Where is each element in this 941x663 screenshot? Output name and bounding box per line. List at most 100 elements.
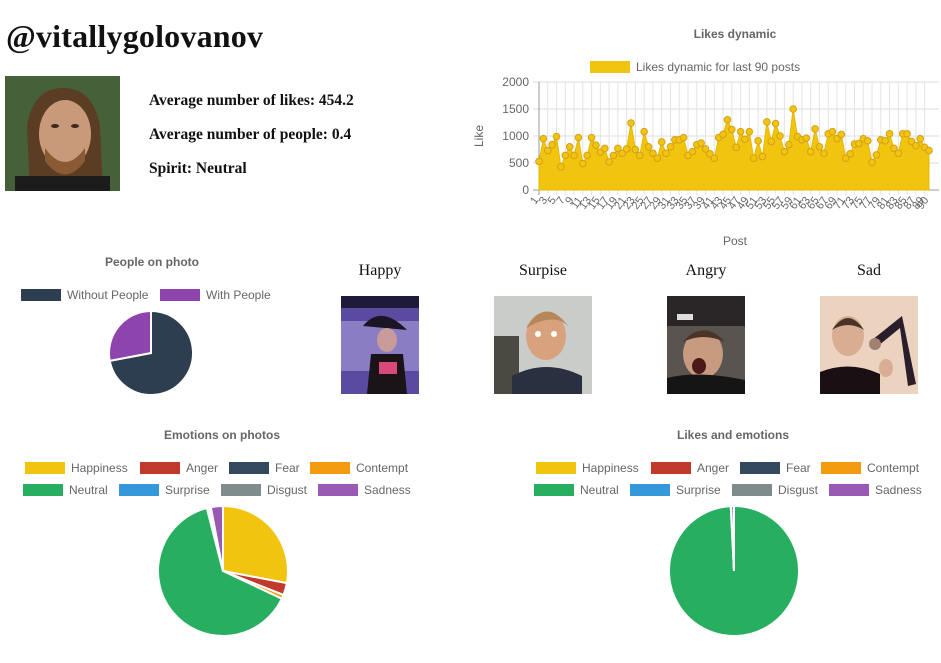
legend-item-contempt[interactable]: Contempt	[821, 461, 919, 475]
legend-item-without-people[interactable]: Without People	[21, 288, 148, 302]
legend-item-disgust[interactable]: Disgust	[732, 483, 818, 497]
likes-data-point[interactable]	[771, 119, 780, 128]
legend-item-contempt[interactable]: Contempt	[310, 461, 408, 475]
sad-photo[interactable]	[820, 296, 918, 394]
likes-data-point[interactable]	[863, 137, 872, 145]
likes-data-point[interactable]	[605, 158, 613, 166]
likes-data-point[interactable]	[587, 133, 596, 142]
legend-swatch	[310, 462, 350, 474]
pie-slice-with-people[interactable]	[108, 310, 152, 363]
likes-data-point[interactable]	[592, 141, 600, 149]
likes-data-point[interactable]	[579, 159, 587, 168]
likes-data-point[interactable]	[912, 141, 920, 150]
legend-item-anger[interactable]: Anger	[140, 461, 218, 475]
legend-item-surprise[interactable]: Surprise	[119, 483, 210, 497]
surprise-photo[interactable]	[494, 296, 592, 394]
likes-data-point[interactable]	[644, 143, 653, 151]
likes-data-point[interactable]	[679, 133, 688, 142]
likes-data-point[interactable]	[561, 151, 570, 160]
likes-data-point[interactable]	[609, 151, 618, 160]
likes-data-point[interactable]	[802, 134, 811, 142]
legend-item-with-people[interactable]: With People	[160, 288, 271, 302]
pie-slice-happiness[interactable]	[222, 505, 289, 585]
likes-data-point[interactable]	[710, 154, 719, 162]
y-tick-label: 500	[509, 156, 529, 170]
legend-item-disgust[interactable]: Disgust	[221, 483, 307, 497]
likes-data-point[interactable]	[657, 138, 666, 146]
likes-data-point[interactable]	[736, 127, 745, 136]
likes-data-point[interactable]	[719, 130, 727, 139]
likes-data-point[interactable]	[631, 145, 640, 154]
likes-data-point[interactable]	[635, 151, 644, 160]
likes-data-point[interactable]	[754, 137, 762, 145]
likes-data-point[interactable]	[828, 127, 837, 136]
profile-photo	[5, 76, 120, 191]
likes-data-point[interactable]	[543, 146, 552, 155]
legend-label: Surprise	[165, 483, 210, 497]
legend-label: Contempt	[356, 461, 409, 475]
likes-data-point[interactable]	[583, 151, 592, 160]
legend-item-surprise[interactable]: Surprise	[630, 483, 721, 497]
likes-data-point[interactable]	[539, 134, 548, 143]
likes-data-point[interactable]	[666, 143, 675, 151]
likes-data-point[interactable]	[872, 151, 881, 159]
likes-data-point[interactable]	[925, 146, 933, 155]
likes-data-point[interactable]	[789, 105, 797, 113]
likes-data-point[interactable]	[868, 158, 876, 167]
likes-data-point[interactable]	[903, 130, 911, 138]
surprise-photo-icon	[494, 296, 592, 394]
likes-data-point[interactable]	[846, 150, 854, 158]
y-tick-label: 1000	[502, 129, 529, 143]
likes-data-point[interactable]	[776, 132, 784, 140]
likes-data-point[interactable]	[662, 149, 670, 158]
happy-photo[interactable]	[341, 296, 419, 394]
likes-data-point[interactable]	[916, 134, 925, 143]
likes-data-point[interactable]	[728, 125, 736, 134]
likes-data-point[interactable]	[885, 130, 894, 138]
likes-data-point[interactable]	[640, 127, 648, 136]
legend-item-neutral[interactable]: Neutral	[23, 483, 108, 497]
likes-data-point[interactable]	[763, 118, 771, 126]
likes-data-point[interactable]	[780, 147, 789, 156]
likes-data-point[interactable]	[723, 116, 732, 124]
likes-data-point[interactable]	[600, 144, 609, 153]
likes-data-point[interactable]	[535, 157, 543, 166]
likes-data-point[interactable]	[784, 140, 793, 149]
likes-data-point[interactable]	[570, 151, 578, 160]
likes-data-point[interactable]	[627, 119, 635, 127]
likes-data-point[interactable]	[548, 140, 556, 149]
legend-item-sadness[interactable]: Sadness	[829, 483, 922, 497]
likes-data-point[interactable]	[749, 154, 758, 162]
legend-item-happiness[interactable]: Happiness	[25, 461, 128, 475]
likes-data-point[interactable]	[741, 135, 749, 144]
likes-data-point[interactable]	[820, 149, 828, 158]
surprise-label: Surpise	[519, 262, 567, 279]
likes-data-point[interactable]	[894, 149, 903, 158]
legend-item-happiness[interactable]: Happiness	[536, 461, 639, 475]
likes-data-point[interactable]	[815, 143, 824, 151]
legend-swatch	[821, 462, 861, 474]
angry-photo[interactable]	[667, 296, 745, 394]
likes-data-point[interactable]	[557, 162, 565, 171]
likes-data-point[interactable]	[767, 137, 776, 146]
happy-label: Happy	[358, 262, 402, 279]
likes-data-point[interactable]	[881, 137, 889, 145]
likes-data-point[interactable]	[837, 130, 846, 139]
likes-data-point[interactable]	[688, 147, 697, 156]
legend-item-neutral[interactable]: Neutral	[534, 483, 619, 497]
legend-item-anger[interactable]: Anger	[651, 461, 729, 475]
likes-data-point[interactable]	[552, 132, 561, 141]
likes-data-point[interactable]	[622, 145, 631, 153]
legend-item-sadness[interactable]: Sadness	[318, 483, 411, 497]
likes-data-point[interactable]	[758, 152, 767, 161]
likes-data-point[interactable]	[745, 127, 754, 136]
legend-item-fear[interactable]: Fear	[229, 461, 300, 475]
likes-data-point[interactable]	[811, 125, 819, 133]
likes-data-point[interactable]	[806, 147, 815, 156]
likes-data-point[interactable]	[732, 143, 740, 152]
likes-data-point[interactable]	[697, 139, 705, 147]
likes-data-point[interactable]	[574, 133, 583, 142]
likes-data-point[interactable]	[653, 154, 662, 162]
likes-data-point[interactable]	[565, 143, 574, 151]
legend-item-fear[interactable]: Fear	[740, 461, 811, 475]
